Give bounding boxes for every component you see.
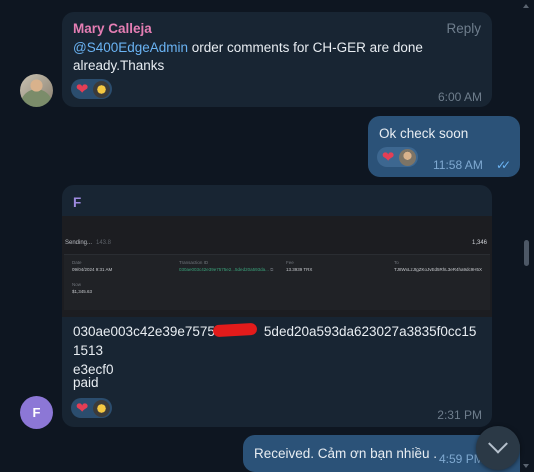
transaction-hash: 030ae003c42e39e7575e2 5ded20a593da623027a… — [73, 324, 477, 377]
message-text: paid — [73, 375, 99, 390]
heart-icon: ❤ — [75, 399, 89, 417]
mention-link[interactable]: @S400EdgeAdmin — [73, 40, 188, 55]
sender-name[interactable]: F — [73, 195, 81, 210]
screenshot-amount: 1,346 — [471, 240, 487, 246]
reaction-chip[interactable]: ❤ — [377, 147, 418, 167]
message-bubble[interactable]: Ok check soon ❤ 11:58 AM ✓✓ — [368, 116, 520, 177]
message-time: 2:31 PM — [437, 408, 482, 422]
reaction-chip[interactable]: ❤ — [71, 79, 112, 99]
reactor-avatar — [93, 399, 110, 417]
heart-icon: ❤ — [381, 148, 395, 166]
message-text: Ok check soon — [379, 126, 469, 141]
scroll-up-icon[interactable] — [523, 4, 529, 8]
redaction-mark — [212, 322, 258, 338]
screenshot-now: Now $1,345.63 — [72, 282, 93, 294]
reaction-chip[interactable]: ❤ — [71, 398, 112, 418]
screenshot-fee: Fee 13.3939 TRX — [286, 260, 313, 272]
message-bubble[interactable]: Mary Calleja Reply @S400EdgeAdmin order … — [62, 12, 492, 107]
heart-icon: ❤ — [75, 80, 89, 98]
screenshot-title: Sending... — [65, 240, 93, 246]
screenshot-title-dim: 143.8 — [96, 240, 112, 246]
reactor-avatar — [93, 80, 110, 98]
message-bubble[interactable]: F Sending... 143.8 1,346 Date 09/04/2024… — [62, 185, 492, 427]
scrollbar-thumb[interactable] — [524, 240, 529, 266]
sender-name[interactable]: Mary Calleja — [73, 21, 152, 36]
avatar-f[interactable]: F — [20, 396, 53, 429]
screenshot-details-panel: Date 09/04/2024 9:31 AM Transaction ID 0… — [64, 254, 490, 310]
reactor-avatar — [399, 148, 416, 166]
message-text: @S400EdgeAdmin order comments for CH-GER… — [73, 39, 473, 75]
screenshot-image[interactable]: Sending... 143.8 1,346 Date 09/04/2024 9… — [62, 216, 492, 317]
scroll-to-bottom-button[interactable] — [476, 426, 520, 470]
screenshot-txid: Transaction ID 030ae003c42e39e7575e2...5… — [179, 260, 274, 272]
reply-button[interactable]: Reply — [446, 21, 481, 36]
message-time: 11:58 AM — [433, 158, 483, 172]
message-text: Received. Cảm ơn bạn nhiều . — [254, 446, 437, 461]
screenshot-to: To TJ8WxLzJtgZKoJvEd5RhL3eR4ha9dc9H5X — [394, 260, 483, 272]
double-check-icon: ✓✓ — [496, 158, 511, 172]
chevron-down-icon — [488, 433, 508, 454]
scroll-down-icon[interactable] — [523, 464, 529, 468]
chat-history[interactable]: Mary Calleja Reply @S400EdgeAdmin order … — [0, 0, 534, 472]
avatar-mary-calleja[interactable] — [20, 74, 53, 107]
screenshot-date: Date 09/04/2024 9:31 AM — [72, 260, 113, 272]
message-time: 6:00 AM — [437, 90, 482, 104]
scrollbar[interactable] — [523, 0, 532, 472]
